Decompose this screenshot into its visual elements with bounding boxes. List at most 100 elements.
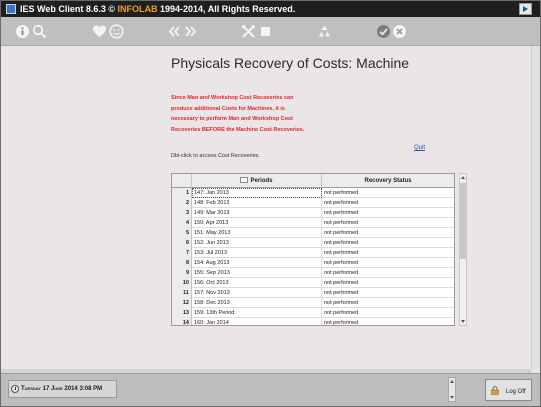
periods-grid: Periods Recovery Status 1 147: Jan 2013 no… xyxy=(171,173,455,326)
app-icon xyxy=(6,4,16,14)
table-row[interactable]: 12 158: Dec 2013 not performed xyxy=(172,298,454,308)
row-number: 6 xyxy=(172,238,192,248)
check-icon[interactable] xyxy=(376,24,391,39)
scroll-thumb[interactable] xyxy=(460,183,466,259)
status-cell[interactable]: not performed xyxy=(322,238,454,248)
table-row[interactable]: 7 153: Jul 2013 not performed xyxy=(172,248,454,258)
window-title: IES Web Client 8.6.3 © INFOLAB 1994-2014… xyxy=(20,1,295,17)
table-row[interactable]: 5 151: May 2013 not performed xyxy=(172,228,454,238)
smiley-icon[interactable] xyxy=(109,24,124,39)
period-cell[interactable]: 155: Sep 2013 xyxy=(192,268,322,278)
column-header-periods[interactable]: Periods xyxy=(192,174,322,188)
scroll-down-icon[interactable] xyxy=(450,396,454,399)
table-row[interactable]: 10 156: Oct 2013 not performed xyxy=(172,278,454,288)
quit-link[interactable]: Quit xyxy=(414,145,425,151)
status-cell[interactable]: not performed xyxy=(322,188,454,198)
cancel-icon[interactable] xyxy=(392,24,407,39)
status-cell[interactable]: not performed xyxy=(322,288,454,298)
lock-icon xyxy=(491,386,499,395)
table-row[interactable]: 9 155: Sep 2013 not performed xyxy=(172,268,454,278)
status-cell[interactable]: not performed xyxy=(322,278,454,288)
table-row[interactable]: 1 147: Jan 2013 not performed xyxy=(172,188,454,198)
table-row[interactable]: 3 149: Mar 2013 not performed xyxy=(172,208,454,218)
stop-icon[interactable] xyxy=(258,24,273,39)
period-cell[interactable]: 149: Mar 2013 xyxy=(192,208,322,218)
period-cell[interactable]: 156: Oct 2013 xyxy=(192,278,322,288)
row-number: 14 xyxy=(172,318,192,325)
status-cell[interactable]: not performed xyxy=(322,298,454,308)
table-row[interactable]: 2 148: Feb 2013 not performed xyxy=(172,198,454,208)
back-icon[interactable] xyxy=(167,24,182,39)
grid-body: 1 147: Jan 2013 not performed 2 148: Feb 201… xyxy=(172,188,454,325)
period-cell[interactable]: 154: Aug 2013 xyxy=(192,258,322,268)
status-cell[interactable]: not performed xyxy=(322,218,454,228)
scroll-up-icon[interactable] xyxy=(450,380,454,383)
grid-vertical-scrollbar[interactable] xyxy=(459,173,467,326)
status-bar: Tuesday 17 June 2014 3:08 PM Log Off xyxy=(1,373,540,406)
period-cell[interactable]: 157: Nov 2013 xyxy=(192,288,322,298)
status-cell[interactable]: not performed xyxy=(322,208,454,218)
status-cell[interactable]: not performed xyxy=(322,308,454,318)
row-number: 12 xyxy=(172,298,192,308)
instruction-text: Dbl-click to access Cost Recoveries. xyxy=(171,153,260,159)
title-bar: IES Web Client 8.6.3 © INFOLAB 1994-2014… xyxy=(1,1,540,17)
log-off-button[interactable]: Log Off xyxy=(485,379,532,401)
row-number: 11 xyxy=(172,288,192,298)
status-cell[interactable]: not performed xyxy=(322,248,454,258)
table-row[interactable]: 13 159: 13th Period not performed xyxy=(172,308,454,318)
row-number: 1 xyxy=(172,188,192,198)
column-header-recovery-status[interactable]: Recovery Status xyxy=(322,174,454,188)
status-cell[interactable]: not performed xyxy=(322,258,454,268)
row-number: 9 xyxy=(172,268,192,278)
row-number: 8 xyxy=(172,258,192,268)
info-icon[interactable] xyxy=(15,24,30,39)
period-cell[interactable]: 158: Dec 2013 xyxy=(192,298,322,308)
status-cell[interactable]: not performed xyxy=(322,198,454,208)
period-cell[interactable]: 159: 13th Period xyxy=(192,308,322,318)
clock-icon xyxy=(11,385,19,393)
scroll-down-icon[interactable] xyxy=(461,320,465,323)
period-cell[interactable]: 160: Jan 2014 xyxy=(192,318,322,325)
period-cell[interactable]: 153: Jul 2013 xyxy=(192,248,322,258)
toolbar xyxy=(1,17,540,46)
heart-icon[interactable] xyxy=(92,24,107,39)
period-cell[interactable]: 148: Feb 2013 xyxy=(192,198,322,208)
tools-icon[interactable] xyxy=(241,24,256,39)
period-cell[interactable]: 150: Apr 2013 xyxy=(192,218,322,228)
status-cell[interactable]: not performed xyxy=(322,318,454,325)
warning-message: Since Man and Workshop Cost Recoveries c… xyxy=(171,95,305,133)
row-number: 3 xyxy=(172,208,192,218)
status-cell[interactable]: not performed xyxy=(322,228,454,238)
scroll-up-icon[interactable] xyxy=(461,176,465,179)
recycle-icon[interactable] xyxy=(317,24,332,39)
table-row[interactable]: 4 150: Apr 2013 not performed xyxy=(172,218,454,228)
search-icon[interactable] xyxy=(32,24,47,39)
period-cell[interactable]: 151: May 2013 xyxy=(192,228,322,238)
title-brand: INFOLAB xyxy=(117,4,158,14)
window-menu-button[interactable] xyxy=(519,3,532,15)
title-text: IES Web Client 8.6.3 © xyxy=(20,4,118,14)
status-scroller[interactable] xyxy=(448,377,456,402)
column-menu-icon xyxy=(240,177,249,183)
period-cell[interactable]: 152: Jun 2013 xyxy=(192,238,322,248)
table-row[interactable]: 8 154: Aug 2013 not performed xyxy=(172,258,454,268)
row-number: 2 xyxy=(172,198,192,208)
grid-header: Periods Recovery Status xyxy=(172,174,454,188)
main-vertical-scrollbar[interactable] xyxy=(531,46,540,369)
page-title: Physicals Recovery of Costs: Machine xyxy=(171,55,410,71)
row-number: 13 xyxy=(172,308,192,318)
datetime-display: Tuesday 17 June 2014 3:08 PM xyxy=(8,380,117,398)
grid-corner-cell xyxy=(172,174,192,188)
forward-icon[interactable] xyxy=(183,24,198,39)
table-row[interactable]: 11 157: Nov 2013 not performed xyxy=(172,288,454,298)
table-row[interactable]: 14 160: Jan 2014 not performed xyxy=(172,318,454,325)
row-number: 7 xyxy=(172,248,192,258)
datetime-text: Tuesday 17 June 2014 3:08 PM xyxy=(21,386,103,392)
column-header-periods-label: Periods xyxy=(250,178,273,184)
status-cell[interactable]: not performed xyxy=(322,268,454,278)
table-row[interactable]: 6 152: Jun 2013 not performed xyxy=(172,238,454,248)
title-suffix: 1994-2014, All Rights Reserved. xyxy=(157,4,296,14)
row-number: 5 xyxy=(172,228,192,238)
row-number: 10 xyxy=(172,278,192,288)
period-cell[interactable]: 147: Jan 2013 xyxy=(192,188,322,198)
